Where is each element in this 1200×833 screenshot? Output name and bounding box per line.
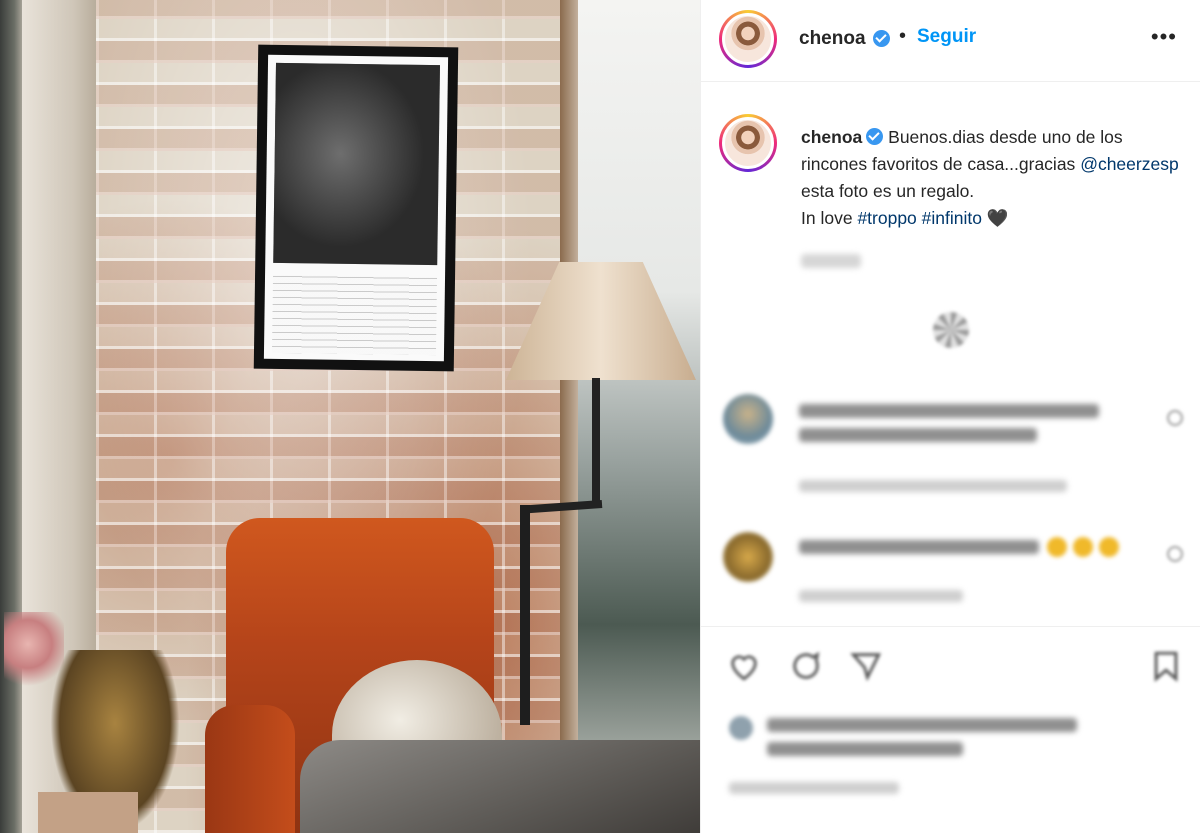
left-window bbox=[0, 0, 24, 833]
hashtag-link-1[interactable]: #troppo bbox=[857, 208, 916, 228]
emoji-blurred bbox=[1073, 537, 1093, 557]
share-icon[interactable] bbox=[849, 649, 883, 683]
comment-item bbox=[701, 394, 1200, 492]
loading-spinner-icon bbox=[933, 312, 969, 348]
mention-link[interactable]: @cheerzesp bbox=[1080, 154, 1179, 174]
verified-badge-icon bbox=[873, 30, 890, 47]
comment-like-icon[interactable] bbox=[1167, 410, 1183, 426]
blanket bbox=[300, 740, 700, 833]
follow-button[interactable]: Seguir bbox=[917, 26, 976, 48]
avatar[interactable] bbox=[719, 10, 777, 68]
hashtag-link-2[interactable]: #infinito bbox=[922, 208, 982, 228]
verified-badge-icon bbox=[866, 128, 884, 145]
comment-avatar[interactable] bbox=[723, 532, 773, 582]
emoji-blurred bbox=[1099, 537, 1119, 557]
lamp-pole bbox=[592, 378, 600, 508]
liker-avatar[interactable] bbox=[729, 716, 753, 740]
caption-body-2: esta foto es un regalo. bbox=[801, 181, 975, 201]
comment-item bbox=[701, 532, 1200, 612]
post-header: chenoa • Seguir ••• bbox=[701, 0, 1200, 82]
likes-summary bbox=[701, 706, 1200, 766]
post-date-blurred bbox=[729, 782, 899, 794]
window-frame bbox=[560, 0, 580, 833]
likes-text-blurred[interactable] bbox=[767, 718, 1077, 732]
caption-username[interactable]: chenoa bbox=[801, 127, 862, 147]
black-heart-emoji: 🖤 bbox=[986, 208, 1009, 228]
more-options-icon[interactable]: ••• bbox=[1151, 24, 1177, 50]
caption-body-3: In love bbox=[801, 208, 853, 228]
poster-text-lines bbox=[271, 274, 438, 356]
likes-count-blurred[interactable] bbox=[767, 742, 963, 756]
framed-poster bbox=[253, 44, 459, 372]
comment-like-icon[interactable] bbox=[1167, 546, 1183, 562]
armchair-armrest bbox=[205, 705, 295, 833]
comment-icon[interactable] bbox=[789, 649, 823, 683]
emoji-blurred bbox=[1047, 537, 1067, 557]
post-photo[interactable] bbox=[0, 0, 700, 833]
post-side-panel: chenoa • Seguir ••• chenoa Buenos.dias d… bbox=[700, 0, 1200, 833]
header-username[interactable]: chenoa bbox=[799, 28, 866, 50]
comment-avatar[interactable] bbox=[723, 394, 773, 444]
comment-text-blurred bbox=[799, 404, 1099, 418]
caption-timestamp-blurred bbox=[801, 254, 861, 268]
wooden-box bbox=[38, 792, 138, 833]
poster-photo bbox=[273, 62, 441, 266]
save-icon[interactable] bbox=[1149, 649, 1183, 683]
comment-text-blurred bbox=[799, 428, 1037, 442]
separator-dot: • bbox=[899, 25, 907, 47]
comment-meta-blurred bbox=[799, 590, 963, 602]
action-bar bbox=[701, 626, 1200, 706]
like-icon[interactable] bbox=[727, 649, 761, 683]
comment-text-blurred bbox=[799, 540, 1039, 554]
comment-meta-blurred bbox=[799, 480, 1067, 492]
lamp-stand bbox=[520, 505, 530, 725]
caption-avatar[interactable] bbox=[719, 114, 777, 172]
caption-text: chenoa Buenos.dias desde uno de los rinc… bbox=[801, 124, 1191, 232]
